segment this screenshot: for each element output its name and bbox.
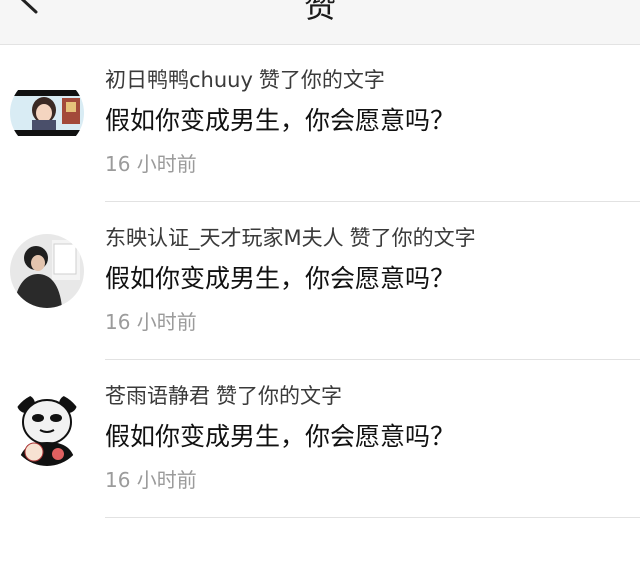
like-notification-item[interactable]: 初日鸭鸭chuuy 赞了你的文字 假如你变成男生，你会愿意吗？ 16 小时前 — [0, 44, 640, 202]
divider — [105, 517, 640, 518]
timestamp: 16 小时前 — [105, 310, 197, 334]
liked-post-text[interactable]: 假如你变成男生，你会愿意吗？ — [105, 262, 455, 296]
action-text: 赞了你的文字 — [216, 384, 342, 408]
user-avatar[interactable] — [10, 234, 84, 308]
action-text: 赞了你的文字 — [258, 68, 385, 92]
user-name-link[interactable]: 初日鸭鸭chuuy — [105, 68, 253, 92]
liked-post-text[interactable]: 假如你变成男生，你会愿意吗？ — [105, 420, 455, 454]
actor-line: 东映认证_天才玩家M夫人 赞了你的文字 — [105, 224, 476, 252]
timestamp: 16 小时前 — [105, 468, 197, 492]
page-title: 赞 — [303, 0, 336, 25]
user-avatar[interactable] — [10, 392, 84, 466]
top-navigation-bar: 赞 — [0, 0, 640, 45]
user-avatar[interactable] — [10, 76, 84, 150]
liked-post-text[interactable]: 假如你变成男生，你会愿意吗？ — [105, 104, 455, 138]
like-notification-item[interactable]: 东映认证_天才玩家M夫人 赞了你的文字 假如你变成男生，你会愿意吗？ 16 小时前 — [0, 202, 640, 360]
actor-line: 苍雨语静君 赞了你的文字 — [105, 382, 342, 410]
photo-avatar-image — [10, 234, 84, 308]
timestamp: 16 小时前 — [105, 152, 197, 176]
like-notification-item[interactable]: 苍雨语静君 赞了你的文字 假如你变成男生，你会愿意吗？ 16 小时前 — [0, 360, 640, 518]
user-name-link[interactable]: 东映认证_天才玩家M夫人 — [105, 226, 344, 250]
anime-girl-avatar-image — [10, 76, 84, 150]
user-name-link[interactable]: 苍雨语静君 — [105, 384, 210, 408]
actor-line: 初日鸭鸭chuuy 赞了你的文字 — [105, 66, 385, 94]
action-text: 赞了你的文字 — [349, 226, 476, 250]
panda-meme-avatar-image — [10, 392, 84, 466]
